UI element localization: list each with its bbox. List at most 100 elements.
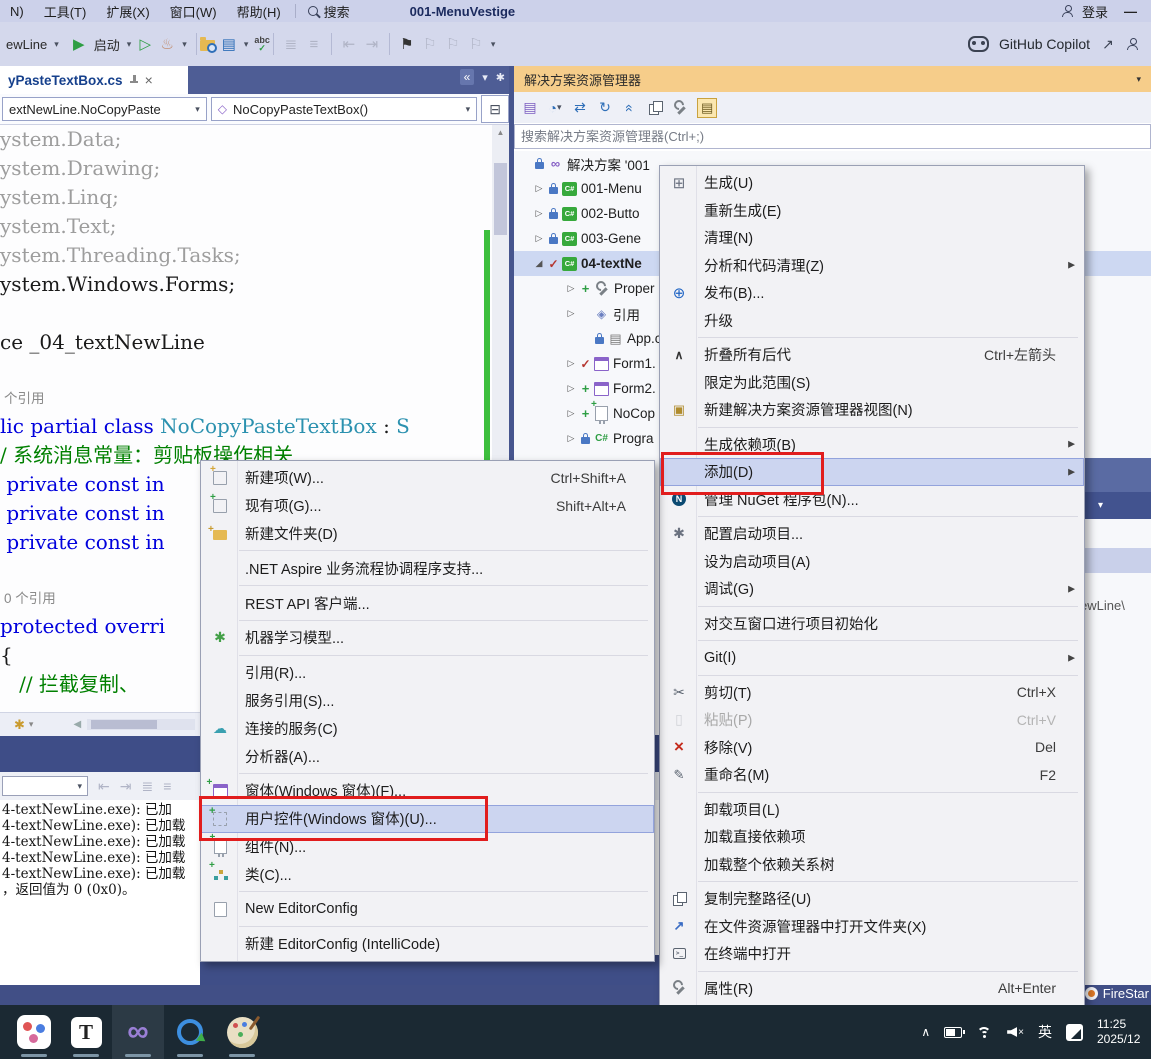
menu-item-rename[interactable]: ✎ 重命名(M) F2 — [660, 761, 1084, 789]
spell-check-icon[interactable]: abc ✓ — [254, 36, 270, 53]
expander-icon[interactable]: ▷ — [532, 233, 546, 244]
menu-item-cut[interactable]: ✂ 剪切(T) Ctrl+X — [660, 679, 1084, 707]
ime-language-indicator[interactable]: 英 — [1038, 1022, 1052, 1042]
switch-views-icon[interactable]: ▤ — [522, 99, 538, 117]
menu-item-set-as-startup-project[interactable]: 设为启动项目(A) — [660, 548, 1084, 576]
find-in-files-icon[interactable] — [199, 37, 217, 53]
volume-muted-icon[interactable]: × — [1007, 1027, 1024, 1038]
output-source-combo[interactable]: ▾ — [2, 776, 88, 796]
uncomment-lines-icon[interactable]: ⇥ — [364, 35, 380, 53]
taskbar-app-paint-app[interactable] — [216, 1005, 268, 1059]
chevron-down-icon[interactable]: ▾ — [54, 39, 59, 50]
menu-item-collapse-all-descendants[interactable]: ∧ 折叠所有后代 Ctrl+左箭头 — [660, 341, 1084, 369]
navigate-forward-icon[interactable]: ≡ — [306, 35, 322, 53]
menubar-item-4[interactable]: 帮助(H) — [227, 2, 291, 21]
navigate-backward-icon[interactable]: ≣ — [283, 35, 299, 53]
pin-icon[interactable] — [129, 75, 139, 85]
scrollbar-thumb[interactable] — [494, 163, 507, 235]
taskbar-app-typora[interactable]: T — [60, 1005, 112, 1059]
menu-item-user-control-windows-forms[interactable]: 用户控件(Windows 窗体)(U)... — [201, 805, 654, 833]
menu-item-remove[interactable]: × 移除(V) Del — [660, 734, 1084, 762]
expander-icon[interactable]: ▷ — [532, 183, 546, 194]
menu-item-debug[interactable]: 调试(G) ▶ — [660, 575, 1084, 603]
menu-item-service-reference[interactable]: 服务引用(S)... — [201, 687, 654, 715]
expander-icon[interactable]: ▷ — [564, 383, 578, 394]
minimize-icon[interactable]: — — [1124, 4, 1137, 19]
menu-item-class[interactable]: 类(C)... — [201, 860, 654, 888]
menubar-item-3[interactable]: 窗口(W) — [160, 2, 227, 21]
menu-item-analyzer[interactable]: 分析器(A)... — [201, 742, 654, 770]
menu-item-scope-to-this[interactable]: 限定为此范围(S) — [660, 369, 1084, 397]
menubar-item-1[interactable]: 工具(T) — [34, 2, 97, 21]
menu-item-properties[interactable]: 属性(R) Alt+Enter — [660, 975, 1084, 1003]
menu-item-upgrade[interactable]: 升级 — [660, 307, 1084, 335]
menu-item-aspire-orchestrator-support[interactable]: .NET Aspire 业务流程协调程序支持... — [201, 554, 654, 582]
scrollbar-thumb[interactable] — [91, 720, 158, 729]
editor-horizontal-scrollbar[interactable] — [87, 719, 196, 730]
menu-item-new-editorconfig[interactable]: New EditorConfig — [201, 895, 654, 923]
collapse-all-icon[interactable]: « — [622, 99, 638, 117]
clear-all-output-icon[interactable]: ≣ — [141, 778, 153, 795]
wifi-icon[interactable] — [976, 1026, 993, 1039]
wrench-icon[interactable] — [672, 100, 688, 116]
menu-item-rebuild[interactable]: 重新生成(E) — [660, 197, 1084, 225]
copilot-share-icon[interactable]: ↗ — [1100, 35, 1116, 53]
tab-list-dropdown-icon[interactable]: ▾ — [482, 71, 488, 84]
taskbar-app-chat-app[interactable] — [164, 1005, 216, 1059]
menu-item-rest-api-client[interactable]: REST API 客户端... — [201, 589, 654, 617]
previous-bookmark-icon[interactable]: ⚐ — [422, 35, 438, 53]
menu-item-existing-item[interactable]: 现有项(G)... Shift+Alt+A — [201, 492, 654, 520]
document-health-icon[interactable]: ✱ — [14, 717, 25, 733]
menubar-item-2[interactable]: 扩展(X) — [96, 2, 159, 21]
close-icon[interactable]: × — [145, 73, 153, 87]
tray-app-icon[interactable] — [1066, 1023, 1083, 1041]
copilot-badge-icon[interactable] — [1126, 38, 1139, 50]
taskbar-app-colorful-app[interactable] — [8, 1005, 60, 1059]
chevron-down-icon[interactable]: ▾ — [29, 719, 34, 730]
menu-item-windows-form[interactable]: 窗体(Windows 窗体)(F)... — [201, 777, 654, 805]
expander-icon[interactable]: ▷ — [564, 358, 578, 369]
menu-item-paste[interactable]: ▯ 粘贴(P) Ctrl+V — [660, 706, 1084, 734]
github-copilot-icon[interactable] — [967, 36, 989, 52]
goto-previous-message-icon[interactable]: ⇤ — [98, 778, 110, 795]
tray-overflow-chevron-icon[interactable]: ∧ — [921, 1025, 930, 1039]
toggle-bookmark-icon[interactable]: ⚑ — [399, 35, 415, 53]
menu-item-build-dependencies[interactable]: 生成依赖项(B) ▶ — [660, 431, 1084, 459]
menubar-item-0[interactable]: N) — [0, 4, 34, 19]
menu-item-open-in-terminal[interactable]: >_ 在终端中打开 — [660, 940, 1084, 968]
sync-with-active-document-icon[interactable]: ⇄ — [572, 99, 588, 117]
menu-item-connected-service[interactable]: ☁ 连接的服务(C) — [201, 714, 654, 742]
search-box[interactable]: 搜索 — [307, 2, 350, 21]
expander-icon[interactable]: ▷ — [564, 408, 578, 419]
scroll-left-icon[interactable]: ◀ — [73, 719, 81, 730]
bookmark-window-icon[interactable]: ⚐ — [468, 35, 484, 53]
menu-item-git[interactable]: Git(I) ▶ — [660, 644, 1084, 672]
start-debugging-button[interactable]: ▶ 启动 ▾ — [65, 35, 138, 54]
menu-item-new-solution-explorer-view[interactable]: ▣ 新建解决方案资源管理器视图(N) — [660, 396, 1084, 424]
member-dropdown[interactable]: ◇ NoCopyPasteTextBox() ▾ — [210, 97, 478, 121]
type-dropdown[interactable]: extNewLine.NoCopyPaste ▾ — [2, 97, 207, 121]
taskbar-clock[interactable]: 11:25 2025/12 — [1097, 1017, 1151, 1047]
menu-item-manage-nuget-packages[interactable]: N 管理 NuGet 程序包(N)... — [660, 486, 1084, 514]
expander-icon[interactable]: ◢ — [532, 258, 546, 269]
menu-item-configure-startup-projects[interactable]: ✱ 配置启动项目... — [660, 520, 1084, 548]
menu-item-copy-full-path[interactable]: 复制完整路径(U) — [660, 885, 1084, 913]
expander-icon[interactable]: ▷ — [564, 308, 578, 319]
firestar-widget[interactable]: FireStar — [1084, 986, 1149, 1001]
chevron-down-icon[interactable]: ▾ — [182, 39, 187, 50]
menu-item-publish[interactable]: ⊕ 发布(B)... — [660, 279, 1084, 307]
startup-project-combo[interactable]: ewLine — [6, 37, 47, 52]
word-wrap-icon[interactable]: ≡ — [163, 778, 171, 794]
expander-icon[interactable]: ▷ — [564, 433, 578, 444]
menu-item-initialize-project-in-interactive-window[interactable]: 对交互窗口进行项目初始化 — [660, 610, 1084, 638]
taskbar-app-visual-studio[interactable]: ∞ — [112, 1005, 164, 1059]
menu-item-unload-project[interactable]: 卸载项目(L) — [660, 796, 1084, 824]
expander-icon[interactable]: ▷ — [564, 283, 578, 294]
menu-item-new-folder[interactable]: 新建文件夹(D) — [201, 520, 654, 548]
toolbar-overflow-icon[interactable]: ▾ — [491, 39, 496, 50]
solution-explorer-home-icon[interactable]: ▤ — [221, 35, 237, 53]
menu-item-load-entire-dependency-tree[interactable]: 加载整个依赖关系树 — [660, 851, 1084, 879]
solution-explorer-titlebar[interactable]: 解决方案资源管理器 ▾ — [514, 66, 1151, 92]
menu-item-component[interactable]: 组件(N)... — [201, 832, 654, 861]
menu-item-clean[interactable]: 清理(N) — [660, 224, 1084, 252]
